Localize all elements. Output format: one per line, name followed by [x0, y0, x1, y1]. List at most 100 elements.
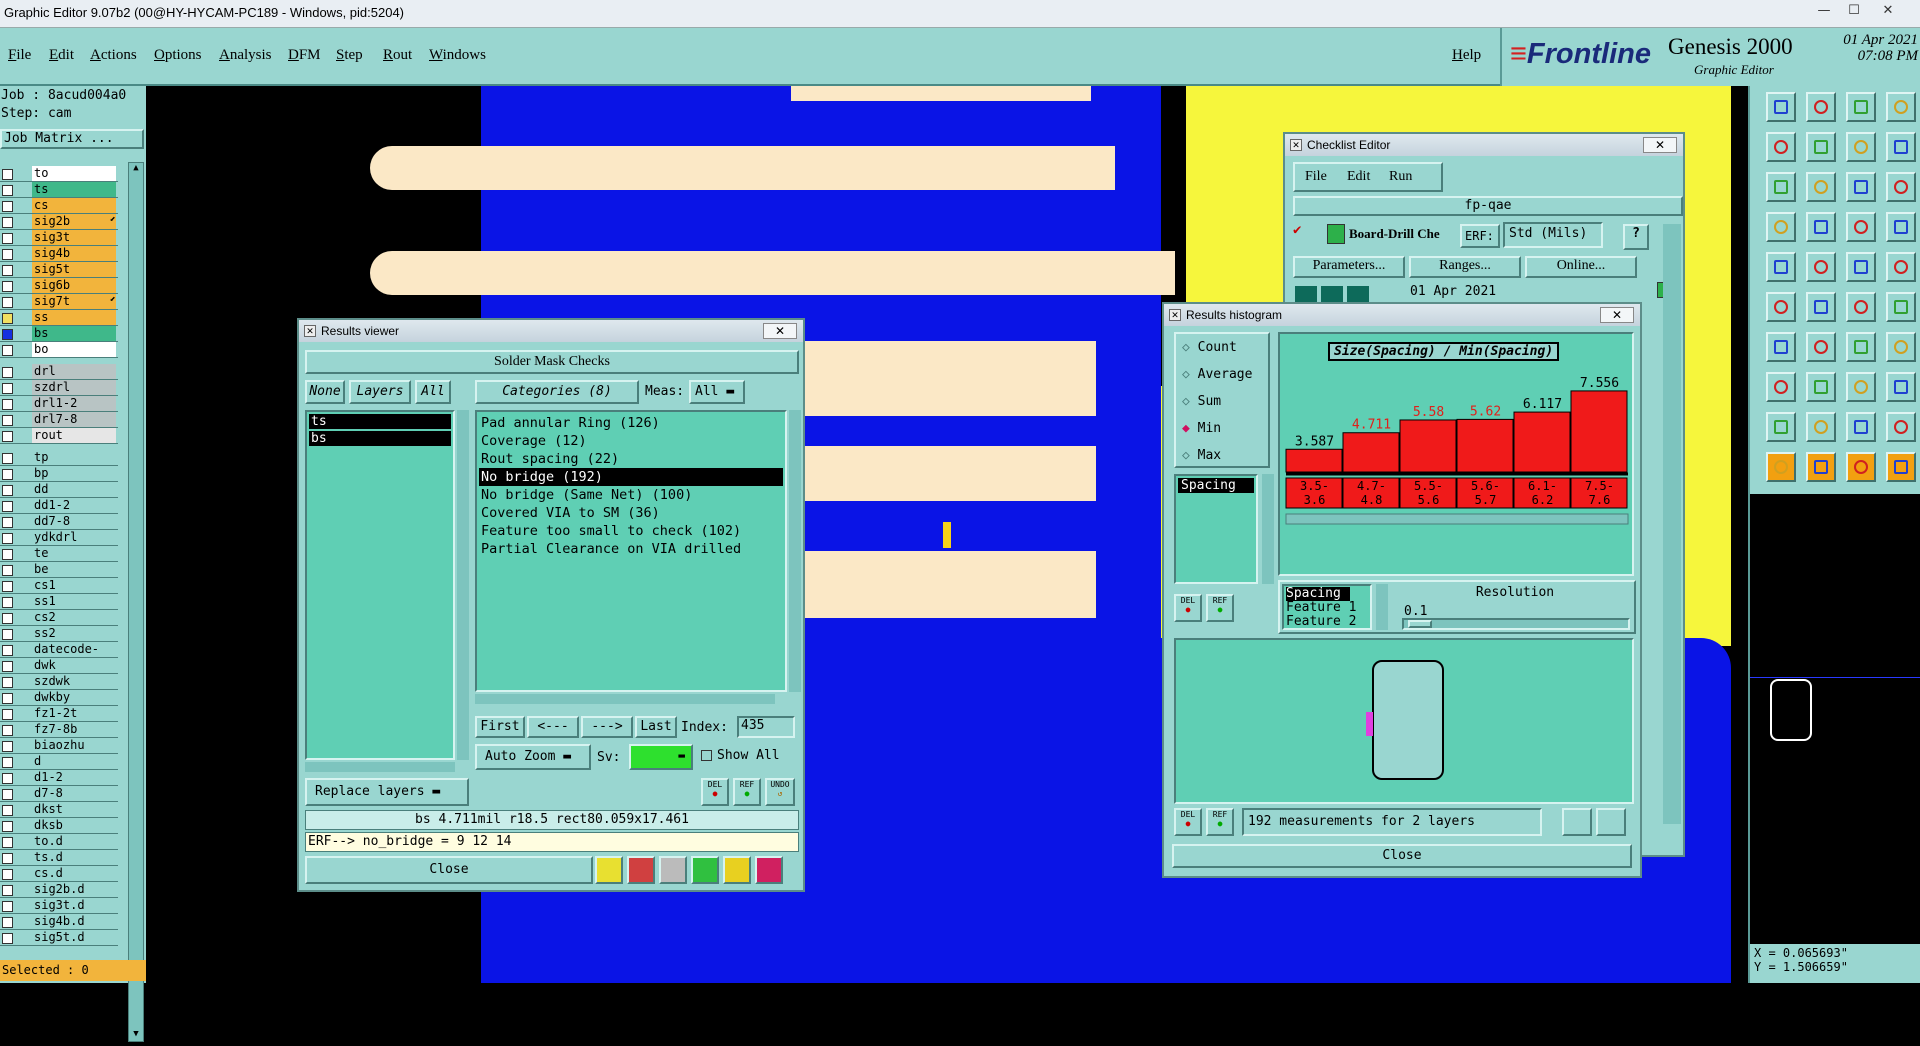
check-enabled-icon[interactable]: ✔: [1293, 222, 1323, 244]
layer-checkbox[interactable]: [2, 773, 13, 784]
tool-button[interactable]: [1846, 452, 1876, 482]
layer-checkbox[interactable]: [2, 853, 13, 864]
auto-zoom-dropdown[interactable]: Auto Zoom ▬: [475, 744, 591, 770]
layer-checkbox[interactable]: [2, 415, 13, 426]
layer-row[interactable]: tp: [0, 450, 118, 466]
tool-button[interactable]: [1886, 172, 1916, 202]
replace-layers-dropdown[interactable]: Replace layers ▬: [305, 778, 469, 806]
layer-row[interactable]: to: [0, 166, 118, 182]
menu-actions[interactable]: Actions: [90, 47, 137, 64]
index-field[interactable]: 435: [737, 716, 795, 738]
chart-hscroll[interactable]: [1285, 513, 1629, 525]
tool-button[interactable]: [1766, 172, 1796, 202]
parameters-button[interactable]: Parameters...: [1293, 256, 1405, 278]
feature-2[interactable]: Feature 2: [1286, 615, 1368, 629]
category-item[interactable]: Pad annular Ring (126): [479, 414, 783, 432]
layer-checkbox[interactable]: [2, 709, 13, 720]
viewer-close-icon[interactable]: ✕: [763, 323, 797, 339]
tool-button[interactable]: [1886, 92, 1916, 122]
layer-checkbox[interactable]: [2, 901, 13, 912]
layer-checkbox[interactable]: [2, 661, 13, 672]
tool-button[interactable]: [1806, 212, 1836, 242]
del-button-2[interactable]: DEL ●: [1174, 808, 1202, 836]
feature-1[interactable]: Feature 1: [1286, 601, 1368, 615]
tool-button[interactable]: [1886, 132, 1916, 162]
category-item[interactable]: Covered VIA to SM (36): [479, 504, 783, 522]
layer-row[interactable]: sig3t: [0, 230, 118, 246]
ranges-button[interactable]: Ranges...: [1409, 256, 1521, 278]
tool-button[interactable]: [1886, 292, 1916, 322]
histogram-bar[interactable]: [1285, 448, 1343, 473]
prev-button[interactable]: <---: [527, 716, 579, 738]
radio-count[interactable]: ◇ Count: [1182, 340, 1237, 355]
layer-row[interactable]: ss: [0, 310, 118, 326]
viewer-tool-icon-6[interactable]: [755, 856, 783, 884]
tool-button[interactable]: [1806, 452, 1836, 482]
layer-row[interactable]: sig2b ⬋: [0, 214, 118, 230]
tool-button[interactable]: [1766, 332, 1796, 362]
tool-button[interactable]: [1766, 372, 1796, 402]
viewer-del-button[interactable]: DEL ●: [701, 778, 729, 806]
layer-row[interactable]: ts.d: [0, 850, 118, 866]
layer-results-list[interactable]: ts bs: [305, 410, 455, 760]
tool-button[interactable]: [1806, 252, 1836, 282]
tool-button[interactable]: [1806, 172, 1836, 202]
tool-button[interactable]: [1886, 332, 1916, 362]
layer-checkbox[interactable]: [2, 757, 13, 768]
next-button[interactable]: --->: [581, 716, 633, 738]
menu-rout[interactable]: Rout: [383, 47, 412, 64]
menu-windows[interactable]: Windows: [429, 47, 486, 64]
layer-row[interactable]: drl: [0, 364, 118, 380]
layer-row[interactable]: d1-2: [0, 770, 118, 786]
histogram-bar[interactable]: [1513, 411, 1571, 473]
layer-checkbox[interactable]: [2, 821, 13, 832]
viewer-undo-button[interactable]: UNDO ↺: [765, 778, 795, 806]
resolution-slider[interactable]: [1402, 618, 1630, 630]
layer-checkbox[interactable]: [2, 917, 13, 928]
help-icon[interactable]: ?: [1623, 224, 1649, 250]
layer-row[interactable]: ydkdrl: [0, 530, 118, 546]
layer-checkbox[interactable]: [2, 249, 13, 260]
viewer-tool-icon-3[interactable]: [659, 856, 687, 884]
layer-checkbox[interactable]: [2, 169, 13, 180]
layer-row[interactable]: bs: [0, 326, 118, 342]
category-list[interactable]: Pad annular Ring (126) Coverage (12) Rout …: [475, 410, 787, 692]
del-button[interactable]: DEL ●: [1174, 594, 1202, 622]
layer-checkbox[interactable]: [2, 233, 13, 244]
tool-button[interactable]: [1846, 172, 1876, 202]
menu-edit[interactable]: Edit: [49, 47, 74, 64]
tool-button[interactable]: [1886, 452, 1916, 482]
tool-button[interactable]: [1886, 372, 1916, 402]
layer-checkbox[interactable]: [2, 485, 13, 496]
layer-checkbox[interactable]: [2, 313, 13, 324]
layer-row[interactable]: szdwk: [0, 674, 118, 690]
layer-row[interactable]: szdrl: [0, 380, 118, 396]
radio-max[interactable]: ◇ Max: [1182, 448, 1221, 463]
category-item[interactable]: Partial Clearance on VIA drilled: [479, 540, 783, 558]
layer-row[interactable]: cs1: [0, 578, 118, 594]
histogram-bar[interactable]: [1456, 418, 1514, 473]
layer-checkbox[interactable]: [2, 281, 13, 292]
layer-row[interactable]: to.d: [0, 834, 118, 850]
layer-checkbox[interactable]: [2, 597, 13, 608]
layer-row[interactable]: rout: [0, 428, 118, 444]
scroll-up-icon[interactable]: ▲: [130, 163, 142, 175]
tool-button[interactable]: [1846, 372, 1876, 402]
tool-button[interactable]: [1766, 252, 1796, 282]
layer-row[interactable]: fz1-2t: [0, 706, 118, 722]
layer-row[interactable]: ss1: [0, 594, 118, 610]
category-item[interactable]: Feature too small to check (102): [479, 522, 783, 540]
viewer-tool-icon-2[interactable]: [627, 856, 655, 884]
tool-button[interactable]: [1886, 412, 1916, 442]
tool-button[interactable]: [1806, 132, 1836, 162]
layer-row[interactable]: d: [0, 754, 118, 770]
layer-row[interactable]: dwk: [0, 658, 118, 674]
tool-button[interactable]: [1806, 412, 1836, 442]
layer-row[interactable]: drl7-8: [0, 412, 118, 428]
layer-checkbox[interactable]: [2, 367, 13, 378]
layer-row[interactable]: dd: [0, 482, 118, 498]
layer-checkbox[interactable]: [2, 869, 13, 880]
all-button[interactable]: All: [415, 380, 451, 404]
result-layer-item[interactable]: ts: [309, 414, 451, 429]
layer-checkbox[interactable]: [2, 933, 13, 944]
